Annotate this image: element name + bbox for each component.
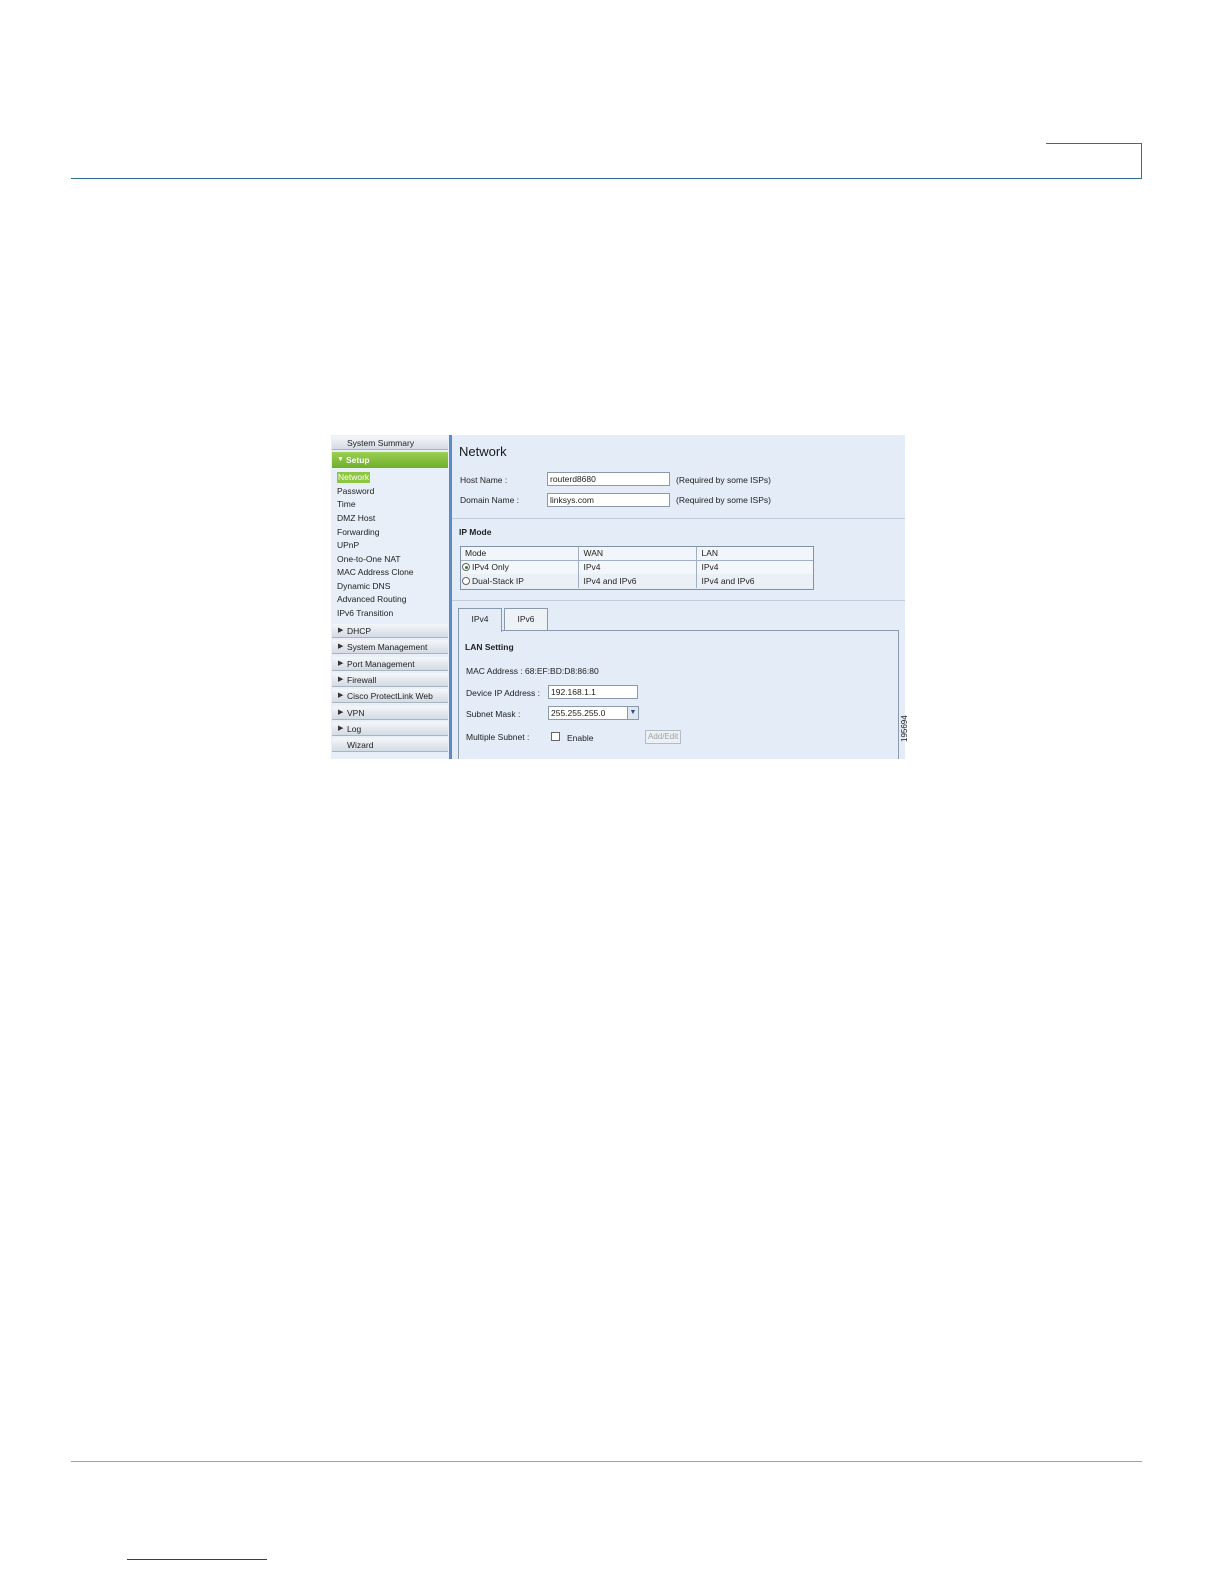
subnet-mask-select[interactable]: 255.255.255.0 ▼ xyxy=(548,706,639,720)
mac-address-value: 68:EF:BD:D8:86:80 xyxy=(525,666,599,676)
nav-dhcp[interactable]: ▶ DHCP xyxy=(332,624,448,638)
nav-system-management[interactable]: ▶ System Management xyxy=(332,640,448,654)
sidebar-item-network[interactable]: Network xyxy=(337,472,371,483)
subnet-mask-label: Subnet Mask : xyxy=(466,709,521,719)
device-ip-field[interactable]: 192.168.1.1 xyxy=(548,685,638,699)
nav-label: Cisco ProtectLink Web xyxy=(347,691,433,701)
nav-vpn[interactable]: ▶ VPN xyxy=(332,706,448,720)
triangle-right-icon: ▶ xyxy=(338,692,344,699)
sidebar-item-upnp[interactable]: UPnP xyxy=(337,540,359,551)
footer-rule xyxy=(71,1461,1142,1462)
nav-label: Wizard xyxy=(347,740,374,750)
column-header-mode: Mode xyxy=(460,546,579,561)
tab-ipv6[interactable]: IPv6 xyxy=(504,608,548,630)
nav-label: System Management xyxy=(347,642,428,652)
multiple-subnet-checkbox[interactable] xyxy=(551,732,560,741)
nav-port-management[interactable]: ▶ Port Management xyxy=(332,657,448,671)
triangle-right-icon: ▶ xyxy=(338,660,344,667)
mode-label: IPv4 Only xyxy=(472,562,509,573)
nav-label: Firewall xyxy=(347,675,377,685)
radio-unselected-icon[interactable] xyxy=(462,577,470,585)
sidebar-item-time[interactable]: Time xyxy=(337,499,356,510)
divider xyxy=(452,518,905,519)
sidebar-item-one-to-one-nat[interactable]: One-to-One NAT xyxy=(337,554,401,565)
nav-label: DHCP xyxy=(347,626,372,636)
host-name-label: Host Name : xyxy=(460,475,508,485)
router-screenshot: System Summary ▼ Setup Network Password T… xyxy=(331,435,905,759)
chevron-down-icon: ▼ xyxy=(627,707,638,719)
host-name-field[interactable]: routerd8680 xyxy=(547,472,670,486)
nav-label: Setup xyxy=(346,455,370,465)
nav-cisco-protectlink-web[interactable]: ▶ Cisco ProtectLink Web xyxy=(332,689,448,703)
column-header-wan: WAN xyxy=(578,546,697,561)
nav-system-summary[interactable]: System Summary xyxy=(332,436,448,450)
mode-label: Dual-Stack IP xyxy=(472,576,524,586)
host-name-note: (Required by some ISPs) xyxy=(676,475,771,485)
main-content: Network Host Name : routerd8680 (Require… xyxy=(452,435,905,759)
sidebar-item-password[interactable]: Password xyxy=(337,486,374,497)
tab-ipv4[interactable]: IPv4 xyxy=(458,608,502,632)
figure-id: 195694 xyxy=(900,715,909,742)
domain-name-label: Domain Name : xyxy=(460,495,520,505)
lan-cell: IPv4 xyxy=(696,560,813,574)
domain-name-note: (Required by some ISPs) xyxy=(676,495,771,505)
radio-selected-icon[interactable] xyxy=(462,563,470,572)
table-header-row: Mode WAN LAN xyxy=(460,546,813,561)
ip-mode-table: Mode WAN LAN IPv4 Only IPv4 IPv4 Dual-St… xyxy=(460,546,813,588)
mac-address-label: MAC Address : xyxy=(466,666,523,676)
divider xyxy=(452,600,905,601)
column-header-lan: LAN xyxy=(696,546,813,561)
mode-cell[interactable]: Dual-Stack IP xyxy=(460,574,579,588)
triangle-right-icon: ▶ xyxy=(338,676,344,683)
nav-label: VPN xyxy=(347,708,365,718)
triangle-down-icon: ▼ xyxy=(337,456,344,463)
nav-setup[interactable]: ▼ Setup xyxy=(332,452,448,468)
triangle-right-icon: ▶ xyxy=(338,709,344,716)
nav-wizard[interactable]: Wizard xyxy=(332,738,448,752)
subnet-mask-value: 255.255.255.0 xyxy=(551,708,606,718)
triangle-right-icon: ▶ xyxy=(338,725,344,732)
sidebar: System Summary ▼ Setup Network Password T… xyxy=(331,435,449,759)
nav-log[interactable]: ▶ Log xyxy=(332,722,448,736)
sidebar-item-dynamic-dns[interactable]: Dynamic DNS xyxy=(337,581,390,592)
nav-label: Port Management xyxy=(347,659,415,669)
sidebar-item-ipv6-transition[interactable]: IPv6 Transition xyxy=(337,608,393,619)
ip-mode-heading: IP Mode xyxy=(459,527,492,537)
header-rule xyxy=(71,178,1142,179)
mode-cell[interactable]: IPv4 Only xyxy=(460,560,579,574)
wan-cell: IPv4 xyxy=(578,560,697,574)
triangle-right-icon: ▶ xyxy=(338,627,344,634)
header-tab-box xyxy=(1046,143,1142,179)
sidebar-item-dmz-host[interactable]: DMZ Host xyxy=(337,513,375,524)
page-title: Network xyxy=(459,444,507,459)
add-edit-button[interactable]: Add/Edit xyxy=(645,730,682,744)
sidebar-item-forwarding[interactable]: Forwarding xyxy=(337,527,380,538)
domain-name-field[interactable]: linksys.com xyxy=(547,493,670,507)
triangle-right-icon: ▶ xyxy=(338,643,344,650)
multiple-subnet-label: Multiple Subnet : xyxy=(466,732,530,742)
table-row: IPv4 Only IPv4 IPv4 xyxy=(460,560,813,574)
nav-label: System Summary xyxy=(347,438,415,448)
nav-firewall[interactable]: ▶ Firewall xyxy=(332,673,448,687)
sidebar-item-mac-address-clone[interactable]: MAC Address Clone xyxy=(337,567,414,578)
nav-label: Log xyxy=(347,724,362,734)
lan-settings-panel: LAN Setting MAC Address : 68:EF:BD:D8:86… xyxy=(458,630,899,759)
device-ip-label: Device IP Address : xyxy=(466,688,541,698)
enable-label: Enable xyxy=(567,733,594,743)
lan-cell: IPv4 and IPv6 xyxy=(696,574,813,588)
wan-cell: IPv4 and IPv6 xyxy=(578,574,697,588)
lan-setting-heading: LAN Setting xyxy=(465,642,514,652)
footer-link-underline xyxy=(127,1559,267,1560)
sidebar-item-advanced-routing[interactable]: Advanced Routing xyxy=(337,594,406,605)
table-row: Dual-Stack IP IPv4 and IPv6 IPv4 and IPv… xyxy=(460,574,813,588)
